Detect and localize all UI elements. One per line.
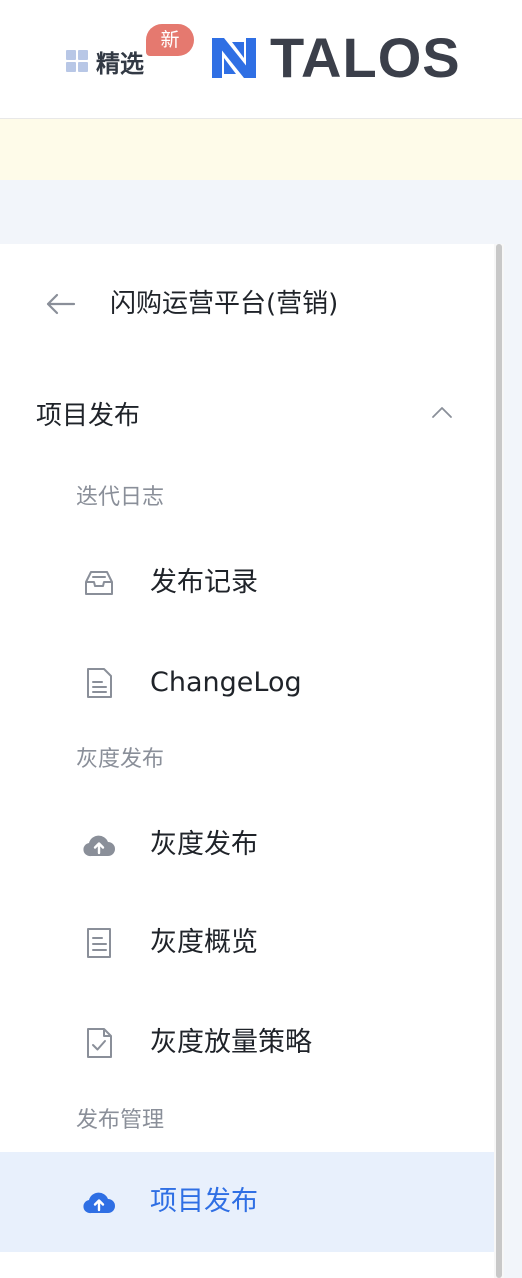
menu-item-gray-overview[interactable]: 灰度概览 bbox=[0, 893, 494, 993]
logo-mark-icon bbox=[212, 38, 256, 78]
inbox-icon bbox=[85, 571, 113, 595]
menu-group-project-release[interactable]: 项目发布 bbox=[0, 390, 494, 442]
document-check-icon bbox=[87, 1028, 112, 1058]
section-label-iteration-log: 迭代日志 bbox=[76, 485, 165, 510]
menu-item-label: 发布记录 bbox=[150, 567, 258, 598]
menu-item-changelog[interactable]: ChangeLog bbox=[0, 633, 494, 733]
menu-item-gray-rollout-strategy[interactable]: 灰度放量策略 bbox=[0, 993, 494, 1093]
grid-icon bbox=[66, 50, 88, 72]
arrow-left-icon[interactable] bbox=[44, 292, 76, 316]
menu-item-label: ChangeLog bbox=[150, 667, 302, 698]
cloud-upload-icon bbox=[83, 1192, 115, 1214]
menu-group-title: 项目发布 bbox=[36, 401, 141, 431]
logo-text: TALOS bbox=[270, 26, 461, 89]
notice-banner bbox=[0, 119, 522, 180]
talos-logo[interactable]: TALOS bbox=[210, 26, 461, 89]
document-icon bbox=[87, 928, 111, 958]
menu-item-release-records[interactable]: 发布记录 bbox=[0, 533, 494, 633]
featured-label: 精选 bbox=[96, 49, 144, 78]
platform-title: 闪购运营平台(营销) bbox=[110, 289, 339, 319]
document-icon bbox=[87, 668, 112, 698]
section-label-gray-release: 灰度发布 bbox=[76, 747, 165, 772]
scrollbar-thumb[interactable] bbox=[496, 244, 502, 1278]
menu-item-label: 灰度概览 bbox=[150, 927, 258, 958]
cloud-upload-icon bbox=[83, 835, 115, 857]
featured-link[interactable]: 精选 bbox=[66, 44, 144, 78]
menu-item-label: 灰度放量策略 bbox=[150, 1027, 312, 1058]
chevron-up-icon[interactable] bbox=[430, 404, 454, 420]
menu-item-gray-release[interactable]: 灰度发布 bbox=[0, 795, 494, 895]
section-label-release-management: 发布管理 bbox=[76, 1108, 165, 1133]
menu-item-label: 灰度发布 bbox=[150, 829, 258, 860]
top-bar: 精选 新 TALOS bbox=[0, 0, 522, 119]
new-badge: 新 bbox=[146, 24, 194, 56]
menu-item-label: 项目发布 bbox=[150, 1186, 258, 1217]
back-row[interactable]: 闪购运营平台(营销) bbox=[0, 276, 494, 332]
menu-item-project-release[interactable]: 项目发布 bbox=[0, 1152, 494, 1252]
